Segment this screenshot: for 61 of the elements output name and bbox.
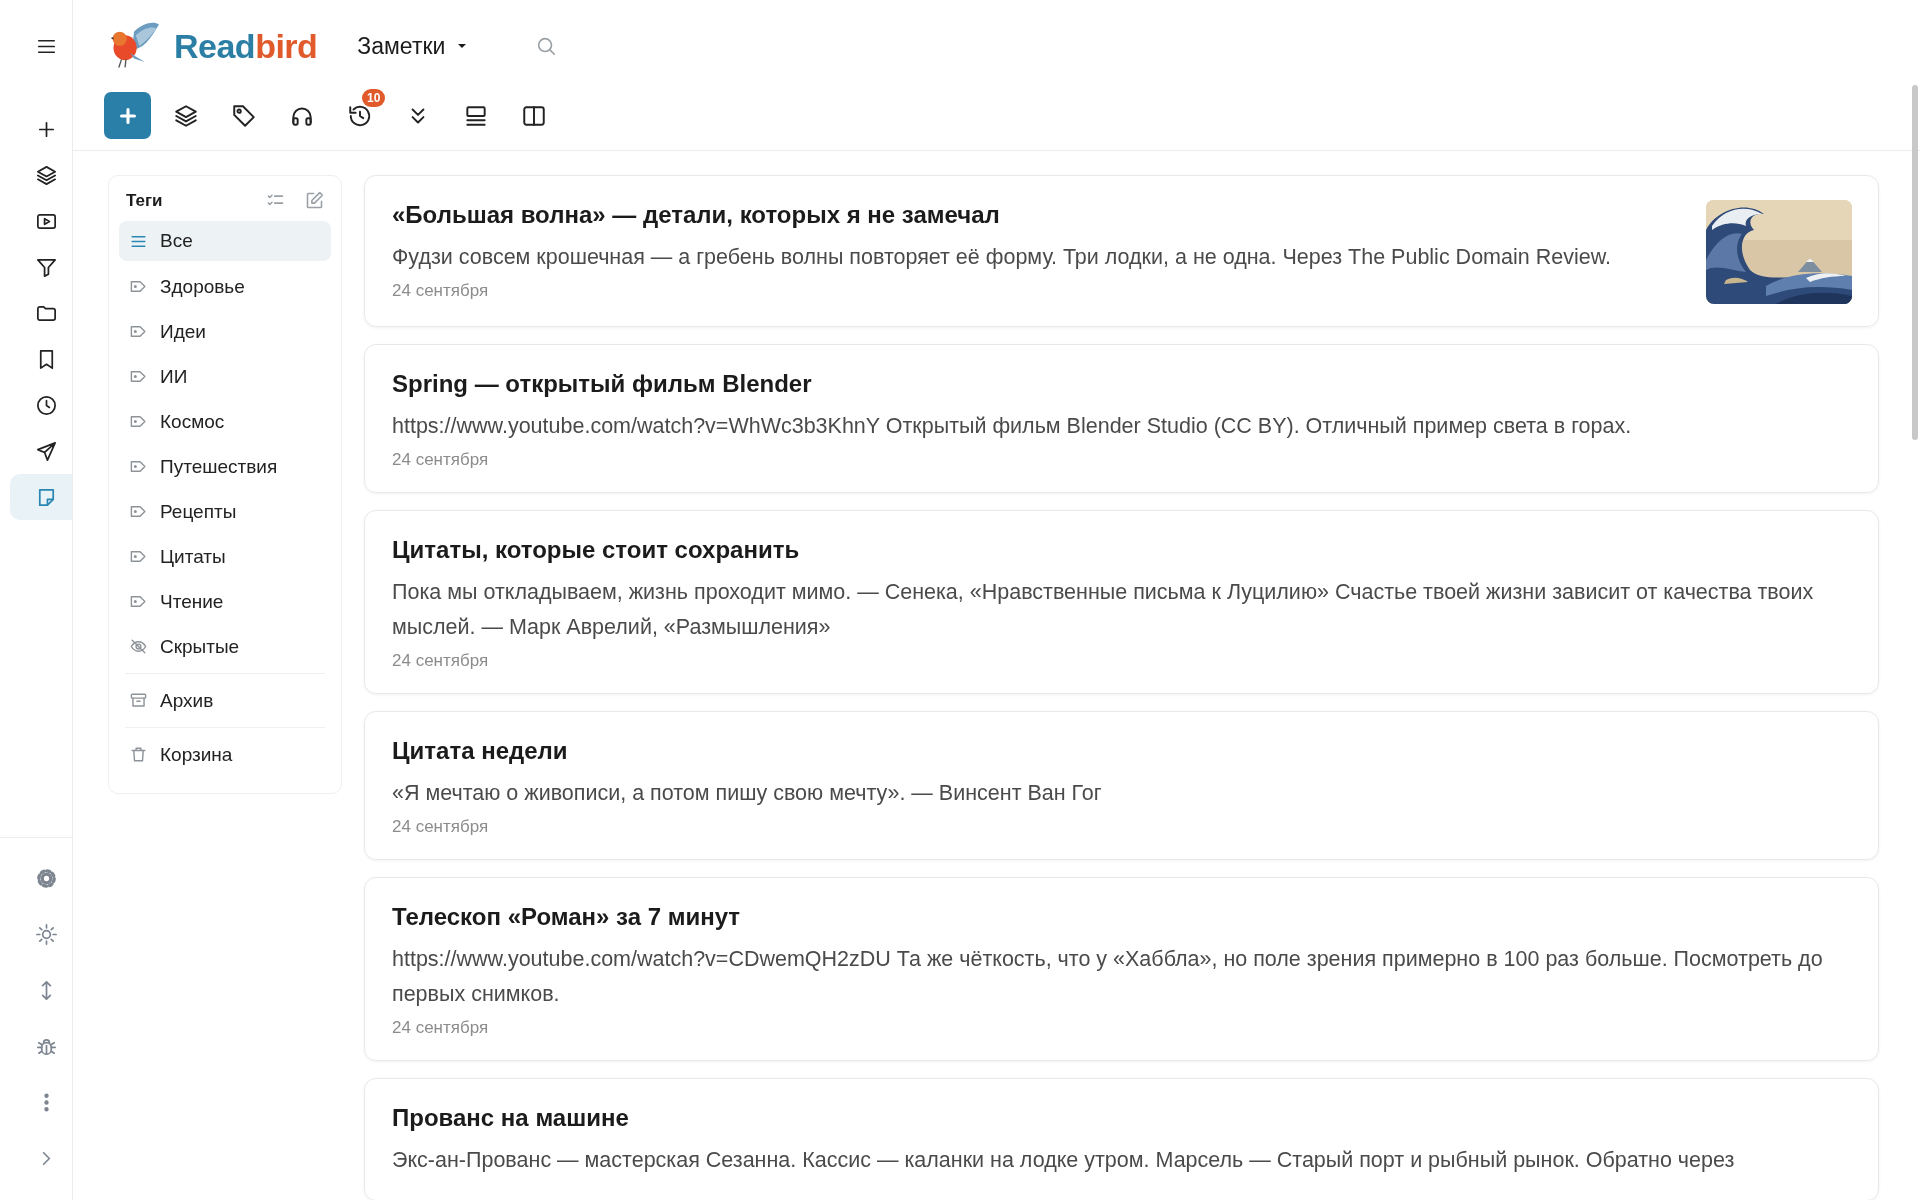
tag-label: Путешествия — [160, 455, 278, 478]
note-card[interactable]: Spring — открытый фильм Blender https://www.youtube.com/watch?v=WhWc3b3KhnY Открытый фильм Blender Studio (CC BY). Отличный пример света в горах. 24 сентября — [364, 344, 1879, 493]
note-title: Цитата недели — [392, 736, 569, 766]
tag-item[interactable]: Чтение — [119, 579, 331, 624]
note-title: Spring — открытый фильм Blender — [392, 369, 813, 399]
note-card[interactable]: «Большая волна» — детали, которых я не замечал Фудзи совсем крошечная — а гребень волны повторяет её форму. Три лодки, а не одна. Через The Public Domain Review. 24 сентября — [364, 175, 1879, 327]
history-button[interactable]: 10 — [336, 92, 383, 139]
note-card[interactable]: Цитата недели «Я мечтаю о живописи, а потом пишу свою мечту». — Винсент Ван Гог 24 сентября — [364, 711, 1879, 860]
note-date: 24 сентября — [392, 651, 490, 671]
tag-label: Скрытые — [160, 635, 240, 658]
tag-label: Корзина — [160, 743, 233, 766]
tag-label: Архив — [160, 689, 214, 712]
edit-icon[interactable] — [304, 190, 325, 211]
tag-item[interactable]: Космос — [119, 399, 331, 444]
note-date: 24 сентября — [392, 817, 490, 837]
trash-icon — [129, 745, 148, 764]
add-button[interactable] — [104, 92, 151, 139]
tag-icon — [230, 102, 257, 129]
tag-item[interactable]: Здоровье — [119, 264, 331, 309]
tag-label: ИИ — [160, 365, 188, 388]
layers-icon — [172, 102, 199, 129]
tag-label: Рецепты — [160, 500, 237, 523]
note-title: Цитаты, которые стоит сохранить — [392, 535, 801, 565]
search-icon[interactable] — [535, 35, 558, 57]
tag-item[interactable]: Путешествия — [119, 444, 331, 489]
tag-item[interactable]: ИИ — [119, 354, 331, 399]
tag-label: Цитаты — [160, 545, 226, 568]
tag-item[interactable]: Рецепты — [119, 489, 331, 534]
tag-label: Идеи — [160, 320, 206, 343]
view-dropdown[interactable]: Заметки — [357, 28, 468, 64]
tag-label: Все — [160, 230, 193, 252]
note-title: «Большая волна» — детали, которых я не замечал — [392, 200, 1001, 230]
note-text: Фудзи совсем крошечная — а гребень волны повторяет её форму. Три лодки, а не одна. Через The Public Domain Review. — [392, 244, 1612, 271]
note-date: 24 сентября — [392, 450, 490, 470]
note-text: Пока мы откладываем, жизнь проходит мимо. — Сенека, «Нравственные письма к Луцилию» Счастье твоей жизни зависит от качества твоих мыслей. — Марк Аврелий, «Размышления» — [392, 579, 1815, 641]
tag-item[interactable]: Скрытые — [119, 624, 331, 669]
archive-icon — [129, 691, 148, 710]
tag-label: Космос — [160, 410, 225, 433]
tag-item[interactable]: Все — [119, 221, 331, 261]
note-icon[interactable] — [10, 474, 72, 520]
note-text: Экс-ан-Прованс — мастерская Сезанна. Кассис — каланки на лодке утром. Марсель — Старый порт и рыбный рынок. Обратно через — [392, 1147, 1736, 1174]
note-date: 24 сентября — [392, 1018, 490, 1038]
panel-title: Теги — [126, 190, 164, 211]
note-text: «Я мечтаю о живописи, а потом пишу свою мечту». — Винсент Ван Гог — [392, 780, 1103, 807]
count-badge: 10 — [362, 89, 386, 107]
app-logo-text: Readbird — [174, 26, 318, 66]
note-text: https://www.youtube.com/watch?v=WhWc3b3KhnY Открытый фильм Blender Studio (CC BY). Отличный пример света в горах. — [392, 413, 1633, 440]
tag-label: Чтение — [160, 590, 224, 613]
scrollbar[interactable] — [1912, 85, 1918, 440]
note-title: Телескоп «Роман» за 7 минут — [392, 902, 742, 932]
tag-item[interactable]: Цитаты — [119, 534, 331, 579]
tag-label: Здоровье — [160, 275, 245, 298]
note-text: https://www.youtube.com/watch?v=CDwemQH2zDU Та же чёткость, что у «Хаббла», но поле зрения примерно в 100 раз больше. Посмотреть до первых снимков. — [392, 946, 1824, 1008]
caret-icon — [457, 43, 468, 49]
note-title: Прованс на машине — [392, 1103, 630, 1133]
note-date: 24 сентября — [392, 281, 490, 301]
tag-item[interactable]: Идеи — [119, 309, 331, 354]
tag-item[interactable]: Корзина — [119, 732, 331, 777]
tag-item[interactable]: Архив — [119, 678, 331, 723]
note-card[interactable]: Телескоп «Роман» за 7 минут https://www.youtube.com/watch?v=CDwemQH2zDU Та же чёткость, что у «Хаббла», но поле зрения примерно в 100 раз больше. Посмотреть до первых снимков. 24 сентября — [364, 877, 1879, 1061]
eye-off-icon — [129, 637, 148, 656]
